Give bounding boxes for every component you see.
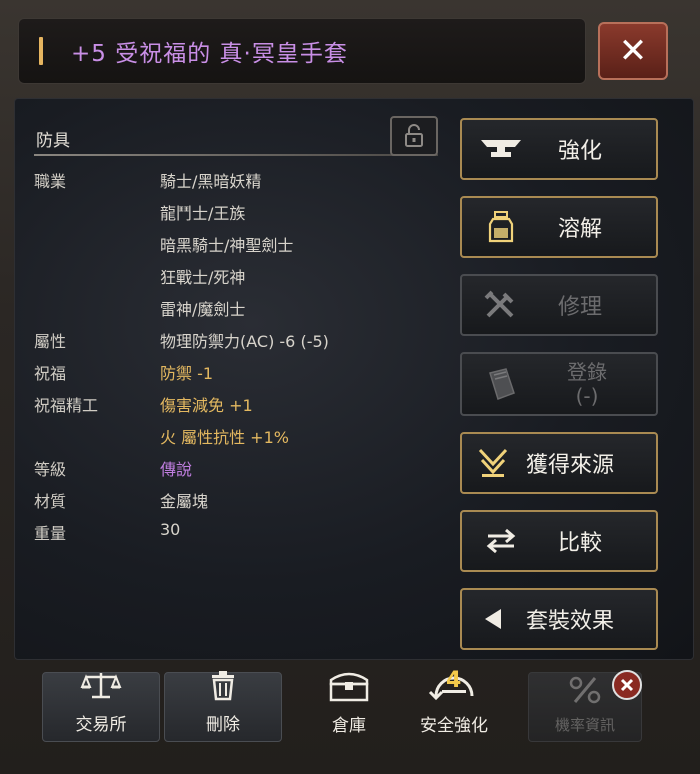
attr-key-property: 屬性 [34, 332, 67, 351]
source-icon [462, 446, 524, 480]
attr-value-class-3: 暗黑騎士/神聖劍士 [160, 236, 294, 255]
attr-value-blessing: 防禦 -1 [160, 364, 214, 383]
title-bar: +5 受祝福的 真·冥皇手套 [18, 18, 586, 84]
set-effect-button[interactable]: 套裝效果 [460, 588, 658, 650]
enhance-label: 強化 [558, 139, 603, 164]
register-label: 登錄 (-) [567, 360, 607, 408]
dissolve-label: 溶解 [558, 217, 603, 242]
attr-key-blessing-refine: 祝福精工 [34, 396, 99, 415]
attr-value-weight: 30 [160, 520, 181, 539]
probability-info-label: 機率資訊 [554, 716, 615, 734]
warehouse-label: 倉庫 [332, 716, 366, 736]
tools-icon [462, 290, 540, 320]
scale-icon [80, 671, 122, 706]
category-divider [34, 154, 438, 156]
close-circle-icon[interactable] [612, 670, 642, 700]
attr-value-class-2: 龍鬥士/王族 [160, 204, 246, 223]
acquire-source-button[interactable]: 獲得來源 [460, 432, 658, 494]
attr-value-blessing-refine-1: 傷害減免 +1 [160, 396, 253, 415]
item-title: +5 受祝福的 真·冥皇手套 [71, 41, 348, 67]
attr-value-material: 金屬塊 [160, 492, 209, 511]
warehouse-button[interactable]: 倉庫 [290, 672, 408, 742]
attr-key-weight: 重量 [34, 524, 67, 543]
lock-icon [405, 124, 423, 147]
delete-button[interactable]: 刪除 [164, 669, 282, 742]
delete-label: 刪除 [206, 715, 240, 735]
attr-value-class-4: 狂戰士/死神 [160, 268, 246, 287]
attr-value-grade: 傳說 [160, 460, 193, 479]
repair-label: 修理 [558, 295, 603, 320]
book-icon [462, 367, 540, 401]
triangle-left-icon [462, 607, 524, 631]
attr-key-blessing: 祝福 [34, 364, 67, 383]
acquire-source-label: 獲得來源 [526, 453, 615, 478]
swap-icon [462, 528, 540, 554]
compare-label: 比較 [558, 531, 603, 556]
safe-enhance-button[interactable]: 4 安全強化 [394, 668, 514, 742]
safe-enhance-label: 安全強化 [420, 716, 488, 736]
chest-icon [327, 668, 371, 707]
lock-button[interactable] [390, 116, 438, 156]
trash-icon [208, 669, 238, 706]
attr-value-property: 物理防禦力(AC) -6 (-5) [160, 332, 329, 351]
safe-enhance-badge: 4 [446, 668, 462, 693]
set-effect-label: 套裝效果 [526, 609, 615, 634]
close-button[interactable]: ✕ [598, 22, 668, 80]
attr-value-class-1: 騎士/黑暗妖精 [160, 172, 262, 191]
attr-value-class-5: 雷神/魔劍士 [160, 300, 246, 319]
repair-button[interactable]: 修理 [460, 274, 658, 336]
attr-key-material: 材質 [34, 492, 67, 511]
item-category: 防具 [36, 131, 70, 151]
percent-icon [567, 675, 603, 710]
enhance-button[interactable]: 強化 [460, 118, 658, 180]
attr-value-blessing-refine-2: 火 屬性抗性 +1% [160, 428, 289, 447]
anvil-icon [462, 137, 540, 161]
register-button[interactable]: 登錄 (-) [460, 352, 658, 416]
attr-key-grade: 等級 [34, 460, 67, 479]
attr-key-class: 職業 [34, 172, 67, 191]
compare-button[interactable]: 比較 [460, 510, 658, 572]
dissolve-button[interactable]: 溶解 [460, 196, 658, 258]
exchange-label: 交易所 [75, 715, 127, 735]
title-accent-bar [39, 37, 43, 65]
exchange-button[interactable]: 交易所 [42, 672, 160, 742]
potion-icon [462, 210, 540, 244]
safe-enhance-icon: 4 [428, 666, 480, 707]
